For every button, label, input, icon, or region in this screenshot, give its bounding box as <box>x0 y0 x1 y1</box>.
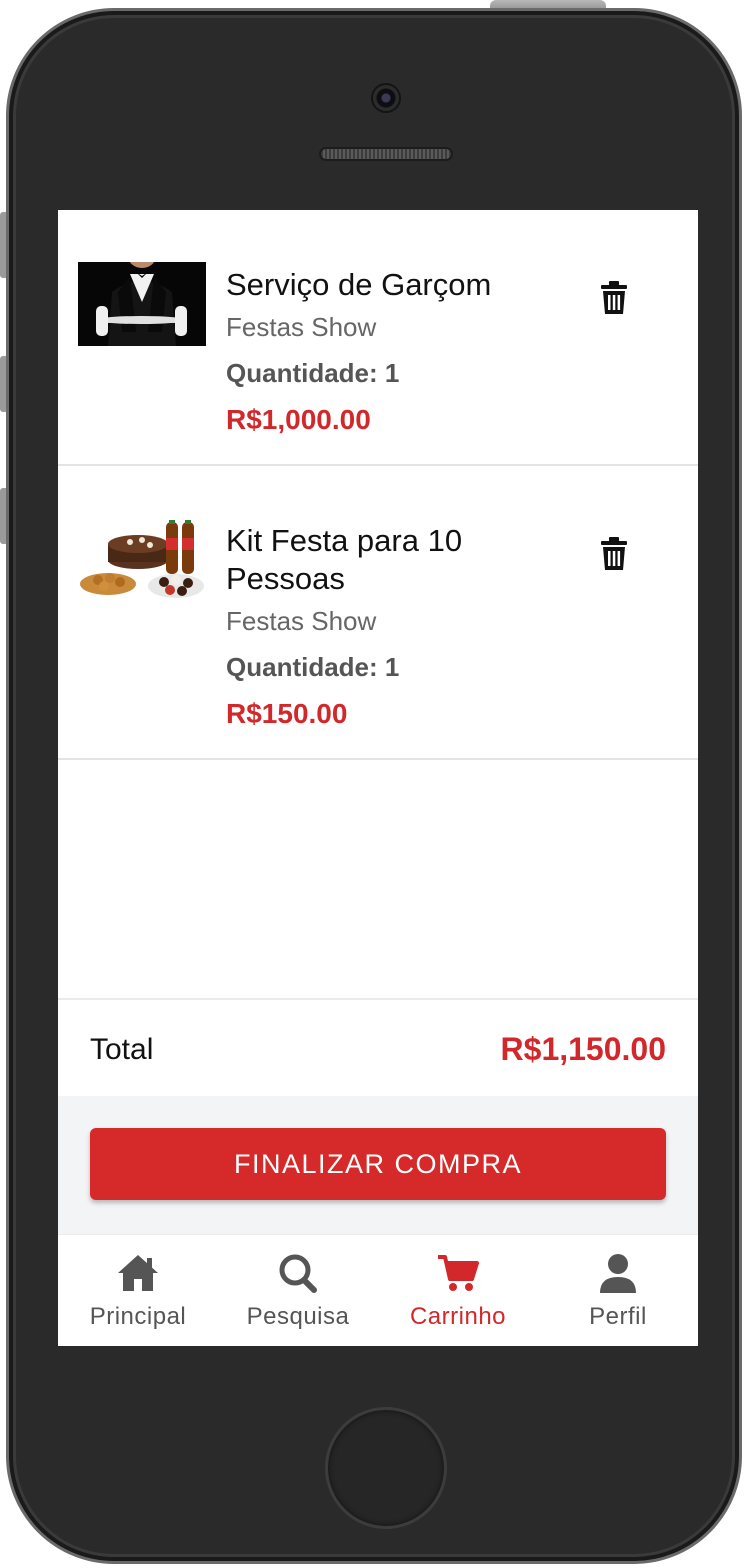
nav-item-carrinho[interactable]: Carrinho <box>378 1235 538 1346</box>
item-price: R$150.00 <box>226 698 348 729</box>
cart-screen: Serviço de Garçom Festas Show Quantidade… <box>58 210 698 1346</box>
cart-item[interactable]: Kit Festa para 10 Pessoas Festas Show Qu… <box>58 466 698 760</box>
nav-label: Perfil <box>589 1303 647 1330</box>
nav-item-pesquisa[interactable]: Pesquisa <box>218 1235 378 1346</box>
item-title: Kit Festa para 10 Pessoas <box>226 523 463 596</box>
total-bar: Total R$1,150.00 <box>58 998 698 1096</box>
nav-label: Pesquisa <box>246 1303 350 1330</box>
home-icon <box>118 1255 158 1291</box>
party-kit-photo <box>78 520 206 604</box>
nav-item-perfil[interactable]: Perfil <box>538 1235 698 1346</box>
nav-label: Principal <box>89 1303 187 1330</box>
item-price: R$1,000.00 <box>226 404 371 435</box>
item-store: Festas Show <box>226 606 377 636</box>
home-button[interactable] <box>325 1407 447 1529</box>
nav-label: Carrinho <box>409 1303 507 1330</box>
earpiece-speaker <box>319 147 453 161</box>
item-store: Festas Show <box>226 312 377 342</box>
checkout-button[interactable]: FINALIZAR COMPRA <box>90 1128 666 1200</box>
nav-item-principal[interactable]: Principal <box>58 1235 218 1346</box>
checkout-area: FINALIZAR COMPRA <box>58 1096 698 1234</box>
cart-icon <box>438 1255 479 1291</box>
front-camera <box>371 83 401 113</box>
item-quantity: Quantidade: 1 <box>226 652 400 682</box>
total-value: R$1,150.00 <box>500 1031 666 1067</box>
trash-icon[interactable] <box>598 536 630 572</box>
search-icon <box>279 1254 317 1293</box>
total-label: Total <box>90 1033 154 1066</box>
item-quantity: Quantidade: 1 <box>226 358 400 388</box>
waiter-photo <box>78 262 206 346</box>
bottom-nav: Principal Pesquisa Carrinho Perfil <box>58 1234 698 1346</box>
user-icon <box>600 1254 636 1293</box>
item-title: Serviço de Garçom <box>226 267 492 302</box>
trash-icon[interactable] <box>598 280 630 316</box>
